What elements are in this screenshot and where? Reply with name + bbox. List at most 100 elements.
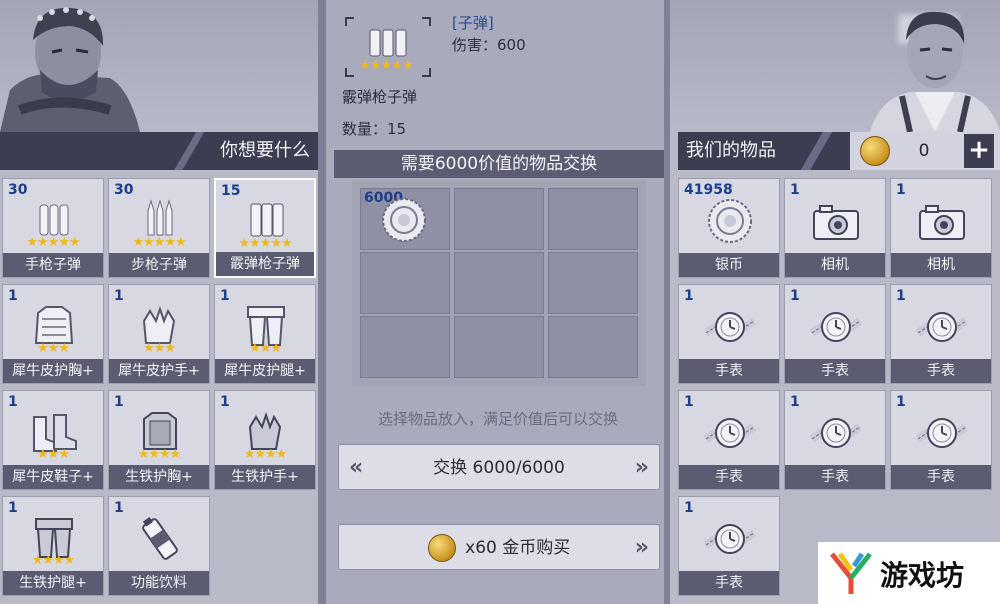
item-label: 生铁护胸+ bbox=[109, 465, 209, 489]
item-label: 手表 bbox=[785, 465, 885, 489]
gold-coin-icon bbox=[860, 136, 890, 166]
item-slot[interactable]: 1 ★★★ 犀牛皮鞋子+ bbox=[2, 390, 104, 490]
item-slot[interactable]: 1 ★★★★ 生铁护胸+ bbox=[108, 390, 210, 490]
item-label: 手表 bbox=[891, 359, 991, 383]
item-slot[interactable]: 1 ★★★ 犀牛皮护腿+ bbox=[214, 284, 316, 384]
item-count: 1 bbox=[8, 500, 18, 516]
add-gold-button[interactable]: + bbox=[964, 134, 994, 168]
item-count: 1 bbox=[896, 394, 906, 410]
item-stars: ★★★ bbox=[249, 341, 282, 356]
our-items-header-title: 我们的物品 bbox=[686, 140, 776, 161]
item-label: 步枪子弹 bbox=[109, 253, 209, 277]
item-label: 手表 bbox=[679, 571, 779, 595]
exchange-panel: ★★★★★ [子弹] 伤害：600 霰弹枪子弹 数量：15 需要6000价值的物… bbox=[326, 0, 670, 604]
item-count: 1 bbox=[790, 394, 800, 410]
item-count: 1 bbox=[896, 288, 906, 304]
exchange-slot[interactable] bbox=[454, 188, 544, 250]
gold-coin-icon bbox=[427, 534, 456, 562]
item-slot[interactable]: 1 ★★★★ 生铁护腿+ bbox=[2, 496, 104, 596]
buy-button-label: x60 金币购买 bbox=[465, 538, 571, 558]
exchange-button[interactable]: « 交换 6000/6000 » bbox=[338, 444, 660, 490]
chevron-right-icon: » bbox=[634, 535, 649, 560]
watch-icon bbox=[912, 409, 972, 457]
item-count: 41958 bbox=[684, 182, 733, 198]
energy-drink-icon bbox=[130, 515, 190, 563]
item-stars: ★★★ bbox=[143, 341, 176, 356]
exchange-button-label: 交换 6000/6000 bbox=[433, 458, 565, 478]
gold-amount: 0 bbox=[918, 141, 930, 161]
item-slot[interactable]: 1 手表 bbox=[890, 390, 992, 490]
item-count: 1 bbox=[684, 394, 694, 410]
item-slot[interactable]: 1 手表 bbox=[784, 284, 886, 384]
camera-icon bbox=[806, 197, 866, 245]
item-slot[interactable]: 1 ★★★ 犀牛皮护手+ bbox=[108, 284, 210, 384]
watermark-logo-icon bbox=[830, 552, 872, 594]
item-count: 1 bbox=[114, 394, 124, 410]
item-slot[interactable]: 30 ★★★★★ 手枪子弹 bbox=[2, 178, 104, 278]
item-slot[interactable]: 41958 银币 bbox=[678, 178, 780, 278]
item-slot[interactable]: 1 ★★★ 犀牛皮护胸+ bbox=[2, 284, 104, 384]
want-panel: 你想要什么 30 ★★★★★ 手枪子弹 30 ★★★★★ 步枪子弹 15 ★★★★★ 霰弹枪子弹… bbox=[0, 0, 326, 604]
our-items-header: 我们的物品 0 + bbox=[678, 132, 1000, 170]
item-label: 功能饮料 bbox=[109, 571, 209, 595]
exchange-slot[interactable] bbox=[548, 252, 638, 314]
item-stars: ★★★★★ bbox=[238, 236, 292, 251]
exchange-slot-filled[interactable]: 6000 bbox=[360, 188, 450, 250]
item-stars: ★★★ bbox=[37, 341, 70, 356]
item-label: 霰弹枪子弹 bbox=[216, 252, 314, 276]
item-slot[interactable]: 1 ★★★★ 生铁护手+ bbox=[214, 390, 316, 490]
item-slot[interactable]: 30 ★★★★★ 步枪子弹 bbox=[108, 178, 210, 278]
item-count: 1 bbox=[896, 182, 906, 198]
exchange-slot[interactable] bbox=[360, 252, 450, 314]
watch-icon bbox=[700, 515, 760, 563]
item-slot[interactable]: 1 手表 bbox=[890, 284, 992, 384]
item-label: 手表 bbox=[679, 465, 779, 489]
item-label: 手表 bbox=[891, 465, 991, 489]
exchange-slot[interactable] bbox=[454, 252, 544, 314]
want-header-title: 你想要什么 bbox=[220, 140, 310, 161]
item-slot[interactable]: 15 ★★★★★ 霰弹枪子弹 bbox=[214, 178, 316, 278]
watch-icon bbox=[806, 409, 866, 457]
buy-with-gold-button[interactable]: x60 金币购买 » bbox=[338, 524, 660, 570]
item-count: 1 bbox=[684, 288, 694, 304]
exchange-slot-grid: 6000 bbox=[352, 180, 646, 386]
header-accent bbox=[168, 132, 208, 170]
detail-item-frame: ★★★★★ bbox=[342, 14, 431, 77]
item-slot[interactable]: 1 相机 bbox=[784, 178, 886, 278]
right-portrait-area bbox=[670, 0, 1000, 132]
item-label: 生铁护手+ bbox=[215, 465, 315, 489]
item-count: 1 bbox=[684, 500, 694, 516]
item-label: 相机 bbox=[785, 253, 885, 277]
item-slot[interactable]: 1 手表 bbox=[678, 284, 780, 384]
npc-trader-portrait bbox=[0, 7, 140, 132]
item-slot[interactable]: 1 手表 bbox=[678, 496, 780, 596]
item-count: 1 bbox=[114, 500, 124, 516]
exchange-slot[interactable] bbox=[360, 316, 450, 378]
item-label: 手表 bbox=[679, 359, 779, 383]
item-slot[interactable]: 1 手表 bbox=[784, 390, 886, 490]
detail-item-stars: ★★★★★ bbox=[359, 58, 413, 73]
item-slot[interactable]: 1 功能饮料 bbox=[108, 496, 210, 596]
item-label: 生铁护腿+ bbox=[3, 571, 103, 595]
item-count: 15 bbox=[221, 183, 241, 199]
item-label: 手表 bbox=[785, 359, 885, 383]
item-label: 犀牛皮护胸+ bbox=[3, 359, 103, 383]
item-count: 30 bbox=[114, 182, 134, 198]
item-slot[interactable]: 1 手表 bbox=[678, 390, 780, 490]
exchange-slot[interactable] bbox=[454, 316, 544, 378]
item-slot[interactable]: 1 相机 bbox=[890, 178, 992, 278]
silver-coin-icon bbox=[382, 198, 426, 242]
shotgun-shells-icon bbox=[369, 29, 407, 57]
item-count: 1 bbox=[8, 394, 18, 410]
item-label: 犀牛皮护手+ bbox=[109, 359, 209, 383]
our-items-panel: 我们的物品 0 + 41958 银币 1 相机 1 相机 1 手表 1 手表 1 手表 1 手表 1 手表 1 手… bbox=[670, 0, 1000, 604]
chevron-right-icon: » bbox=[634, 455, 649, 480]
chevron-left-icon: « bbox=[349, 455, 364, 480]
exchange-slot[interactable] bbox=[548, 188, 638, 250]
item-stars: ★★★★ bbox=[137, 447, 182, 462]
exchange-slot[interactable] bbox=[548, 316, 638, 378]
watermark: 游戏坊 bbox=[818, 542, 1000, 604]
item-label: 银币 bbox=[679, 253, 779, 277]
watch-icon bbox=[700, 303, 760, 351]
item-stars: ★★★★ bbox=[31, 553, 76, 568]
